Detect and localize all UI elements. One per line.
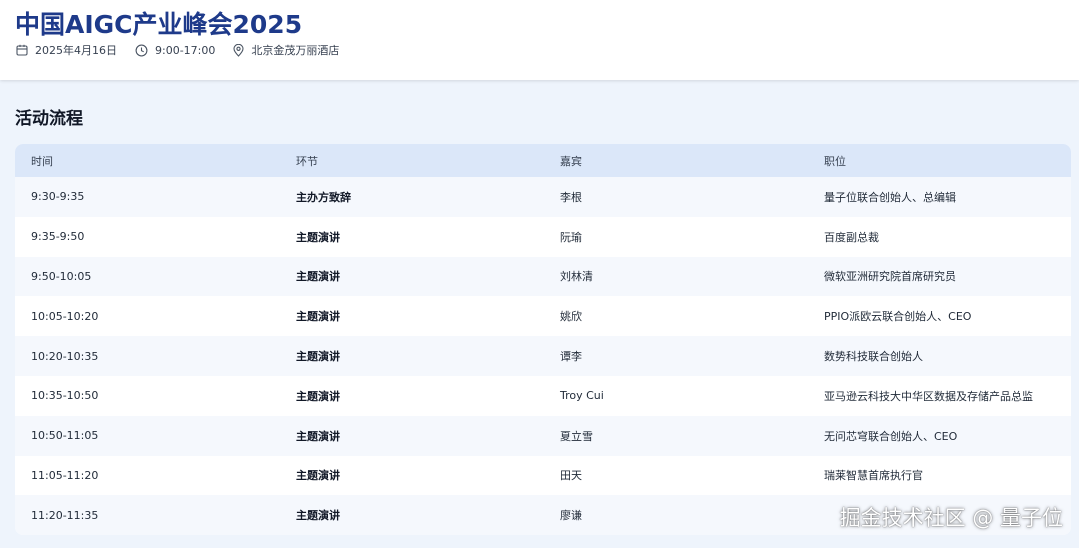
event-location: 北京金茂万丽酒店 (233, 42, 339, 58)
row-session: 主题演讲 (296, 509, 340, 523)
column-header-time: 时间 (31, 154, 53, 168)
row-position: 数势科技联合创始人 (824, 350, 923, 364)
row-position: 瑞莱智慧首席执行官 (824, 469, 923, 483)
row-time: 11:20-11:35 (31, 508, 99, 522)
watermark: 掘金技术社区 @ 量子位 (839, 506, 1063, 530)
row-guest: 田天 (560, 469, 582, 483)
row-position: 百度副总裁 (824, 230, 879, 244)
event-location-text: 北京金茂万丽酒店 (251, 44, 340, 57)
row-guest: Troy Cui (560, 389, 604, 403)
event-meta: 2025年4月16日 9:00-17:00 北京金茂万丽酒店 (16, 42, 357, 58)
map-pin-icon (233, 43, 244, 57)
row-position: 无问芯穹联合创始人、CEO (824, 429, 958, 443)
agenda-table-header: 时间 环节 嘉宾 职位 (15, 144, 1071, 177)
agenda-section-title: 活动流程 (15, 109, 83, 129)
table-row: 9:30-9:35 主办方致辞 李根 量子位联合创始人、总编辑 (15, 177, 1071, 217)
row-guest: 姚欣 (560, 310, 582, 324)
row-time: 11:05-11:20 (31, 468, 99, 482)
event-title: 中国AIGC产业峰会2025 (15, 10, 303, 39)
row-session: 主题演讲 (296, 389, 340, 403)
column-header-guest: 嘉宾 (560, 154, 582, 168)
agenda-table: 时间 环节 嘉宾 职位 9:30-9:35 主办方致辞 李根 量子位联合创始人、… (15, 144, 1071, 536)
table-row: 9:50-10:05 主题演讲 刘林清 微软亚洲研究院首席研究员 (15, 256, 1071, 297)
row-position: PPIO派欧云联合创始人、CEO (824, 310, 972, 324)
row-time: 10:05-10:20 (31, 309, 99, 323)
column-header-position: 职位 (824, 154, 846, 168)
row-guest: 夏立雪 (560, 429, 593, 443)
row-time: 9:35-9:50 (31, 230, 85, 244)
row-session: 主办方致辞 (296, 190, 351, 204)
column-header-session: 环节 (296, 154, 318, 168)
row-guest: 阮瑜 (560, 230, 582, 244)
table-row: 11:05-11:20 主题演讲 田天 瑞莱智慧首席执行官 (15, 455, 1071, 496)
row-session: 主题演讲 (296, 350, 340, 364)
event-time-text: 9:00-17:00 (155, 43, 216, 57)
table-row: 10:20-10:35 主题演讲 谭李 数势科技联合创始人 (15, 336, 1071, 376)
table-row: 10:05-10:20 主题演讲 姚欣 PPIO派欧云联合创始人、CEO (15, 296, 1071, 337)
event-time: 9:00-17:00 (135, 44, 215, 57)
row-session: 主题演讲 (296, 230, 340, 244)
row-position: 微软亚洲研究院首席研究员 (824, 270, 956, 284)
row-session: 主题演讲 (296, 310, 340, 324)
row-time: 9:30-9:35 (31, 190, 85, 204)
event-header: 中国AIGC产业峰会2025 2025年4月16日 9:00-17:00 北京金 (0, 0, 1079, 80)
row-guest: 谭李 (560, 350, 582, 364)
calendar-icon (16, 44, 28, 56)
row-session: 主题演讲 (296, 429, 340, 443)
row-time: 10:20-10:35 (31, 349, 99, 363)
table-row: 9:35-9:50 主题演讲 阮瑜 百度副总裁 (15, 216, 1071, 257)
row-position: 量子位联合创始人、总编辑 (824, 190, 956, 204)
row-session: 主题演讲 (296, 270, 340, 284)
clock-icon (135, 44, 148, 56)
agenda-table-body: 9:30-9:35 主办方致辞 李根 量子位联合创始人、总编辑 9:35-9:5… (15, 177, 1071, 536)
row-guest: 李根 (560, 190, 582, 204)
event-date-text: 2025年4月16日 (35, 44, 117, 57)
row-guest: 廖谦 (560, 509, 582, 523)
table-row: 10:50-11:05 主题演讲 夏立雪 无问芯穹联合创始人、CEO (15, 415, 1071, 456)
event-date: 2025年4月16日 (16, 42, 117, 58)
row-position: 亚马逊云科技大中华区数据及存储产品总监 (824, 389, 1033, 403)
row-time: 10:35-10:50 (31, 389, 99, 403)
row-time: 9:50-10:05 (31, 269, 92, 283)
row-session: 主题演讲 (296, 469, 340, 483)
table-row: 10:35-10:50 主题演讲 Troy Cui 亚马逊云科技大中华区数据及存… (15, 375, 1071, 416)
row-guest: 刘林清 (560, 270, 593, 284)
row-time: 10:50-11:05 (31, 429, 99, 443)
